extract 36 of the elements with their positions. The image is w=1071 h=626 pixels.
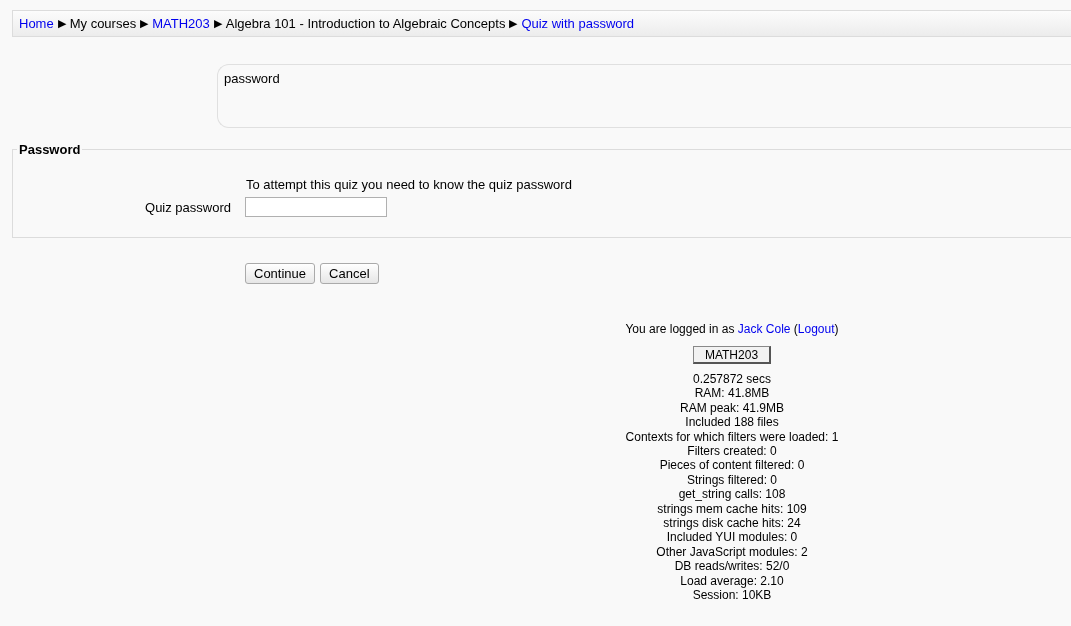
course-home-button[interactable]: MATH203 [693, 346, 771, 364]
login-info: You are logged in as Jack Cole (Logout) [625, 322, 839, 336]
password-notice: To attempt this quiz you need to know the quiz password [246, 177, 572, 192]
breadcrumb-separator: ▶ [509, 17, 518, 30]
path-label: My courses [69, 16, 137, 31]
performance-stat: Other JavaScript modules: 2 [656, 544, 808, 560]
performance-stat: Included 188 files [685, 415, 779, 430]
performance-stat: DB reads/writes: 52/0 [674, 559, 790, 574]
performance-stat: Session: 10KB [692, 588, 772, 603]
performance-stat: strings disk cache hits: 24 [663, 516, 801, 531]
user-link[interactable]: Jack Cole [737, 322, 791, 336]
performance-stat: Strings filtered: 0 [686, 472, 777, 488]
performance-stat: strings mem cache hits: 109 [657, 501, 807, 517]
path-label: Algebra 101 - Introduction to Algebraic Concepts [225, 16, 506, 31]
continue-button[interactable]: Continue [245, 263, 316, 284]
performance-stat: Filters created: 0 [687, 444, 777, 459]
performance-stat: RAM: 41.8MB [694, 386, 770, 401]
user-link[interactable]: Logout [797, 322, 835, 336]
breadcrumb-link[interactable]: MATH203 [152, 16, 210, 31]
breadcrumb-separator: ▶ [140, 17, 149, 30]
performance-stat: Pieces of content filtered: 0 [659, 458, 805, 473]
field-label: Quiz password [144, 199, 231, 215]
breadcrumb-separator: ▶ [213, 17, 222, 30]
breadcrumb-link[interactable]: Home [19, 16, 54, 31]
performance-stat: 0.257872 secs [692, 372, 772, 387]
password-field[interactable] [245, 197, 387, 217]
intro-text: password [224, 71, 280, 86]
performance-stat: Included YUI modules: 0 [666, 530, 798, 545]
cancel-button[interactable]: Cancel [320, 263, 379, 284]
performance-stat: get_string calls: 108 [678, 487, 786, 502]
breadcrumb-separator: ▶ [57, 17, 66, 30]
performance-stat: Contexts for which filters were loaded: 1 [625, 429, 839, 445]
performance-stat: RAM peak: 41.9MB [679, 400, 784, 416]
breadcrumb-link[interactable]: Quiz with password [521, 16, 635, 31]
performance-stat: Load average: 2.10 [680, 573, 784, 589]
fieldset-legend: Password [17, 142, 83, 157]
